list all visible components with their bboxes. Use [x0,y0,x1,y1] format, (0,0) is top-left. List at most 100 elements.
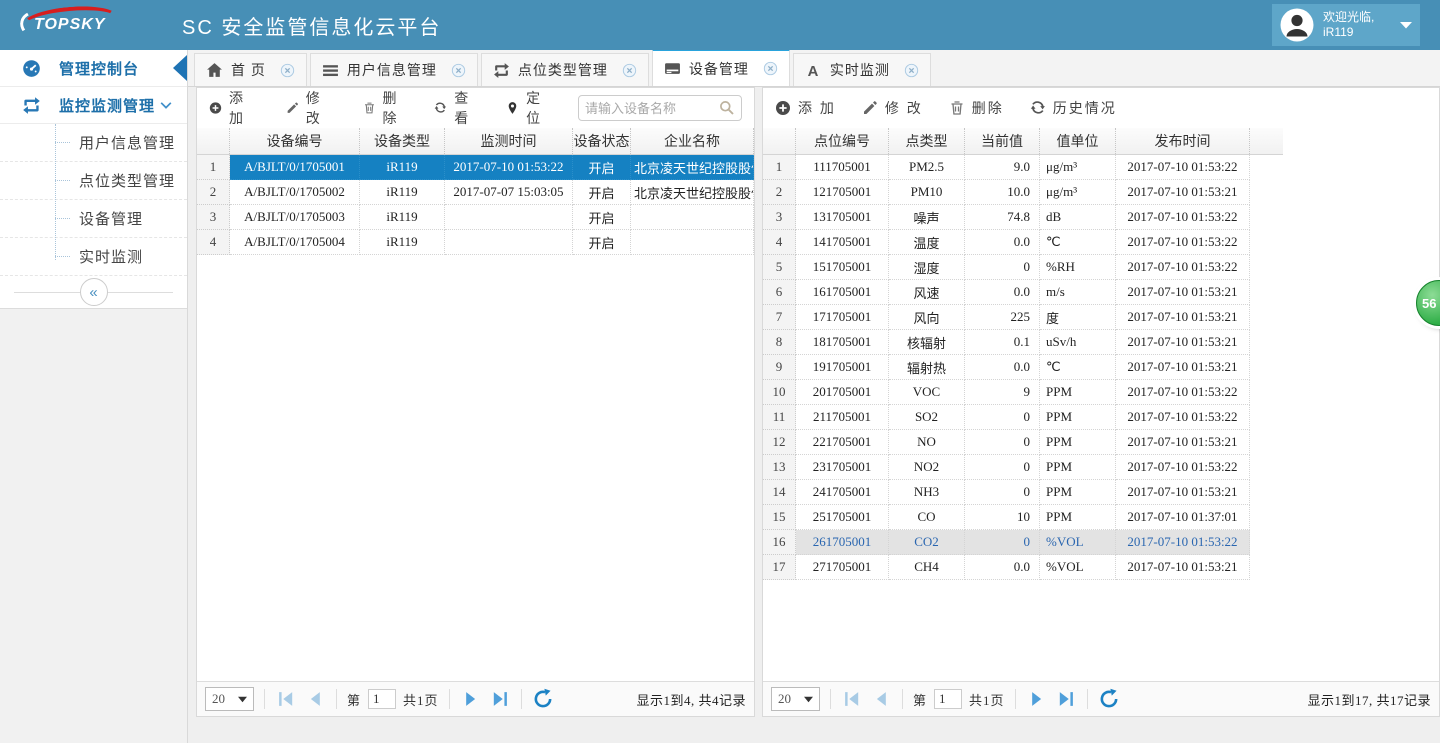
grid-cell: 2017-07-10 01:53:22 [1116,455,1250,480]
table-row[interactable]: 10201705001VOC9PPM2017-07-10 01:53:22 [763,380,1283,405]
table-row[interactable]: 1A/BJLT/0/1705001iR1192017-07-10 01:53:2… [197,155,754,180]
close-icon[interactable] [622,63,637,78]
next-page-button[interactable] [1026,688,1048,710]
tab-device-mgmt[interactable]: 设备管理 [652,49,790,86]
grid-cell: 2017-07-10 01:53:22 [1116,530,1250,555]
next-page-button[interactable] [460,688,482,710]
grid-cell: PPM [1040,455,1116,480]
search-input[interactable] [585,101,719,116]
add-button[interactable]: 添 加 [209,88,260,128]
sidebar-item-user-info[interactable]: 用户信息管理 [0,124,187,162]
column-header-device-type[interactable]: 设备类型 [360,128,445,154]
history-button[interactable]: 历史情况 [1030,98,1117,118]
column-header-device-status[interactable]: 设备状态 [573,128,631,154]
last-page-button[interactable] [489,688,511,710]
table-row[interactable]: 2121705001PM1010.0μg/m³2017-07-10 01:53:… [763,180,1283,205]
tab-realtime-monitor[interactable]: A实时监测 [793,53,931,86]
search-icon[interactable] [719,100,735,116]
close-icon[interactable] [280,63,295,78]
table-row[interactable]: 4A/BJLT/0/1705004iR119开启 [197,230,754,255]
tab-label: 首 页 [231,60,266,80]
grid-cell: 北京凌天世纪控股股份有限公司 [631,180,754,205]
delete-button[interactable]: 删除 [949,98,1004,118]
close-icon[interactable] [904,63,919,78]
sidebar-item-point-type[interactable]: 点位类型管理 [0,162,187,200]
grid-cell: 0.0 [965,230,1040,255]
grid-cell: μg/m³ [1040,180,1116,205]
table-row[interactable]: 13231705001NO20PPM2017-07-10 01:53:22 [763,455,1283,480]
add-button[interactable]: 添 加 [775,98,836,118]
row-number: 14 [763,480,796,505]
column-header-current-value[interactable]: 当前值 [965,128,1040,154]
sidebar-item-monitoring-mgmt[interactable]: 监控监测管理 [0,87,187,124]
tab-user-info[interactable]: 用户信息管理 [310,53,478,86]
record-summary: 显示1到17, 共17记录 [1307,690,1431,709]
grid-cell: 北京凌天世纪控股股份有限公司 [631,155,754,180]
sidebar-item-dashboard[interactable]: 管理控制台 [0,50,187,87]
page-title: SC 安全监管信息化云平台 [182,11,441,40]
first-page-button[interactable] [275,688,297,710]
table-row[interactable]: 8181705001核辐射0.1uSv/h2017-07-10 01:53:21 [763,330,1283,355]
sidebar-item-device-mgmt[interactable]: 设备管理 [0,200,187,238]
grid-cell: 2017-07-10 01:53:21 [1116,555,1250,580]
grid-cell: 核辐射 [889,330,965,355]
tab-point-type[interactable]: 点位类型管理 [481,53,649,86]
column-header-publish-time[interactable]: 发布时间 [1116,128,1250,154]
grid-cell: PPM [1040,505,1116,530]
table-row[interactable]: 3A/BJLT/0/1705003iR119开启 [197,205,754,230]
table-row[interactable]: 12221705001NO0PPM2017-07-10 01:53:21 [763,430,1283,455]
edit-button[interactable]: 修 改 [862,98,923,118]
grid-cell: 251705001 [796,505,889,530]
prev-page-button[interactable] [870,688,892,710]
prev-page-button[interactable] [304,688,326,710]
column-header-unit[interactable]: 值单位 [1040,128,1116,154]
page-number-input[interactable] [934,689,962,709]
collapse-sidebar-button[interactable]: « [80,278,108,306]
table-row[interactable]: 4141705001温度0.0℃2017-07-10 01:53:22 [763,230,1283,255]
grid-cell: 2017-07-10 01:53:22 [1116,205,1250,230]
table-row[interactable]: 2A/BJLT/0/1705002iR1192017-07-07 15:03:0… [197,180,754,205]
table-row[interactable]: 7171705001风向225度2017-07-10 01:53:21 [763,305,1283,330]
grid-cell: 241705001 [796,480,889,505]
edit-button[interactable]: 修 改 [286,88,337,128]
column-header-point-id[interactable]: 点位编号 [796,128,889,154]
close-icon[interactable] [451,63,466,78]
column-header-device-id[interactable]: 设备编号 [230,128,360,154]
grid-cell: A/BJLT/0/1705001 [230,155,360,180]
table-row[interactable]: 6161705001风速0.0m/s2017-07-10 01:53:21 [763,280,1283,305]
view-button[interactable]: 查看 [434,88,480,128]
close-icon[interactable] [763,61,778,76]
table-row[interactable]: 14241705001NH30PPM2017-07-10 01:53:21 [763,480,1283,505]
page-size-select[interactable]: 20 [771,687,820,711]
user-menu[interactable]: 欢迎光临, iR119 [1272,4,1420,46]
table-row[interactable]: 1111705001PM2.59.0μg/m³2017-07-10 01:53:… [763,155,1283,180]
table-row[interactable]: 17271705001CH40.0%VOL2017-07-10 01:53:21 [763,555,1283,580]
delete-button[interactable]: 删除 [363,88,409,128]
first-page-button[interactable] [841,688,863,710]
column-header-monitor-time[interactable]: 监测时间 [445,128,573,154]
page-number-input[interactable] [368,689,396,709]
column-header-rownum [763,128,796,154]
column-header-company-name[interactable]: 企业名称 [631,128,754,154]
sidebar-item-realtime-monitor[interactable]: 实时监测 [0,238,187,276]
table-row[interactable]: 15251705001CO10PPM2017-07-10 01:37:01 [763,505,1283,530]
point-table-body: 1111705001PM2.59.0μg/m³2017-07-10 01:53:… [763,155,1439,580]
table-row[interactable]: 16261705001CO20%VOL2017-07-10 01:53:22 [763,530,1283,555]
grid-cell: 温度 [889,230,965,255]
svg-text:A: A [807,63,819,78]
tab-home[interactable]: 首 页 [194,53,307,86]
grid-cell: 9 [965,380,1040,405]
locate-button[interactable]: 定位 [506,88,552,128]
grid-cell: 2017-07-10 01:53:22 [1116,155,1250,180]
caret-down-icon[interactable] [1400,19,1412,31]
last-page-button[interactable] [1055,688,1077,710]
reload-icon[interactable] [532,688,554,710]
page-size-select[interactable]: 20 [205,687,254,711]
reload-icon[interactable] [1098,688,1120,710]
table-row[interactable]: 11211705001SO20PPM2017-07-10 01:53:22 [763,405,1283,430]
column-header-point-type[interactable]: 点类型 [889,128,965,154]
sidebar-submenu: 用户信息管理 点位类型管理 设备管理 实时监测 [0,124,187,276]
table-row[interactable]: 9191705001辐射热0.0℃2017-07-10 01:53:21 [763,355,1283,380]
table-row[interactable]: 5151705001湿度0%RH2017-07-10 01:53:22 [763,255,1283,280]
table-row[interactable]: 3131705001噪声74.8dB2017-07-10 01:53:22 [763,205,1283,230]
